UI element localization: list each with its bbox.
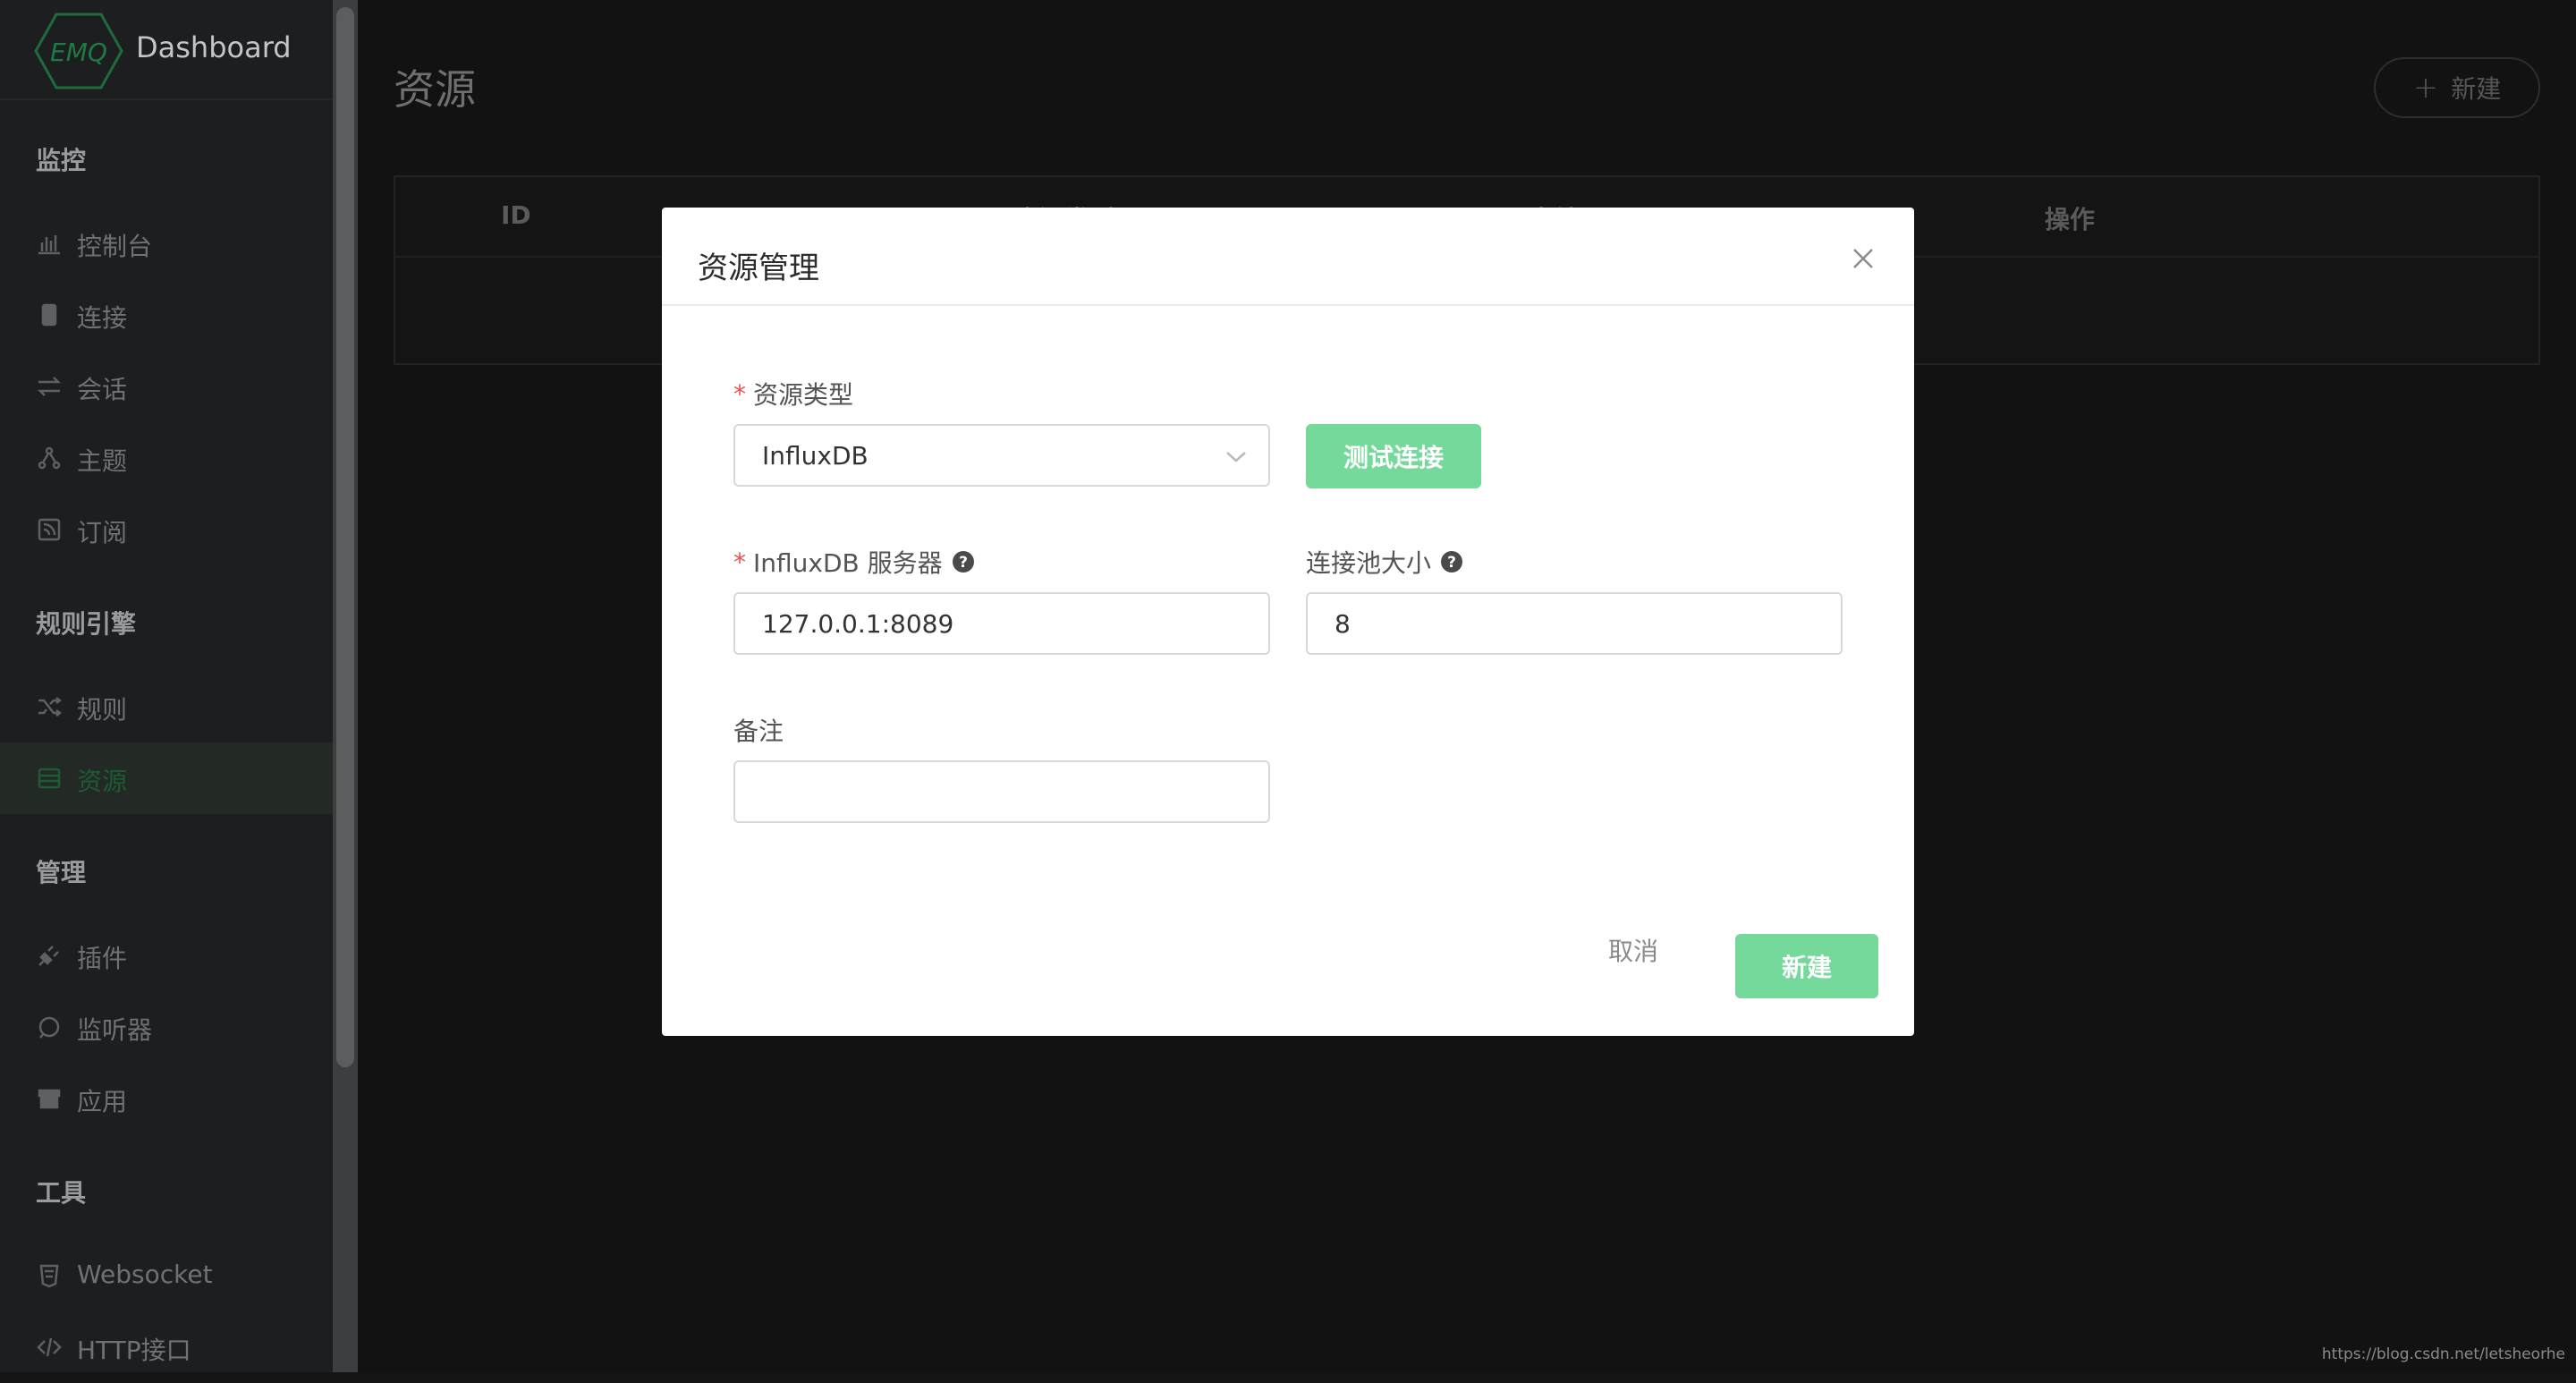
svg-text:?: ? <box>959 554 968 572</box>
dialog-title: 资源管理 <box>698 243 819 287</box>
pool-size-label: 连接池大小 ? <box>1306 544 1463 580</box>
svg-text:?: ? <box>1447 554 1456 572</box>
required-marker: * <box>733 547 746 577</box>
remark-input[interactable] <box>733 760 1270 823</box>
resource-type-label-text: 资源类型 <box>753 376 853 412</box>
create-button[interactable]: 新建 <box>1735 934 1878 998</box>
pool-size-input[interactable]: 8 <box>1306 592 1843 655</box>
dialog-header: 资源管理 <box>662 208 1914 306</box>
required-marker: * <box>733 379 746 409</box>
resource-type-label: * 资源类型 <box>733 376 853 412</box>
server-input[interactable]: 127.0.0.1:8089 <box>733 592 1270 655</box>
resource-type-select[interactable]: InfluxDB <box>733 424 1270 487</box>
cancel-button[interactable]: 取消 <box>1608 932 1658 968</box>
remark-label-text: 备注 <box>733 712 784 748</box>
remark-label: 备注 <box>733 712 784 748</box>
server-input-value: 127.0.0.1:8089 <box>762 609 953 639</box>
server-label-text: InfluxDB 服务器 <box>753 544 943 580</box>
pool-size-input-value: 8 <box>1335 609 1351 639</box>
test-connection-button[interactable]: 测试连接 <box>1306 424 1481 488</box>
resource-dialog: 资源管理 * 资源类型 InfluxDB 测试连接 * InfluxDB 服务器… <box>662 208 1914 1036</box>
chevron-down-icon <box>1225 447 1247 465</box>
pool-size-label-text: 连接池大小 <box>1306 544 1431 580</box>
resource-type-value: InfluxDB <box>762 441 869 471</box>
server-label: * InfluxDB 服务器 ? <box>733 544 975 580</box>
help-icon[interactable]: ? <box>952 550 975 573</box>
help-icon[interactable]: ? <box>1440 550 1463 573</box>
close-icon[interactable] <box>1850 245 1877 272</box>
